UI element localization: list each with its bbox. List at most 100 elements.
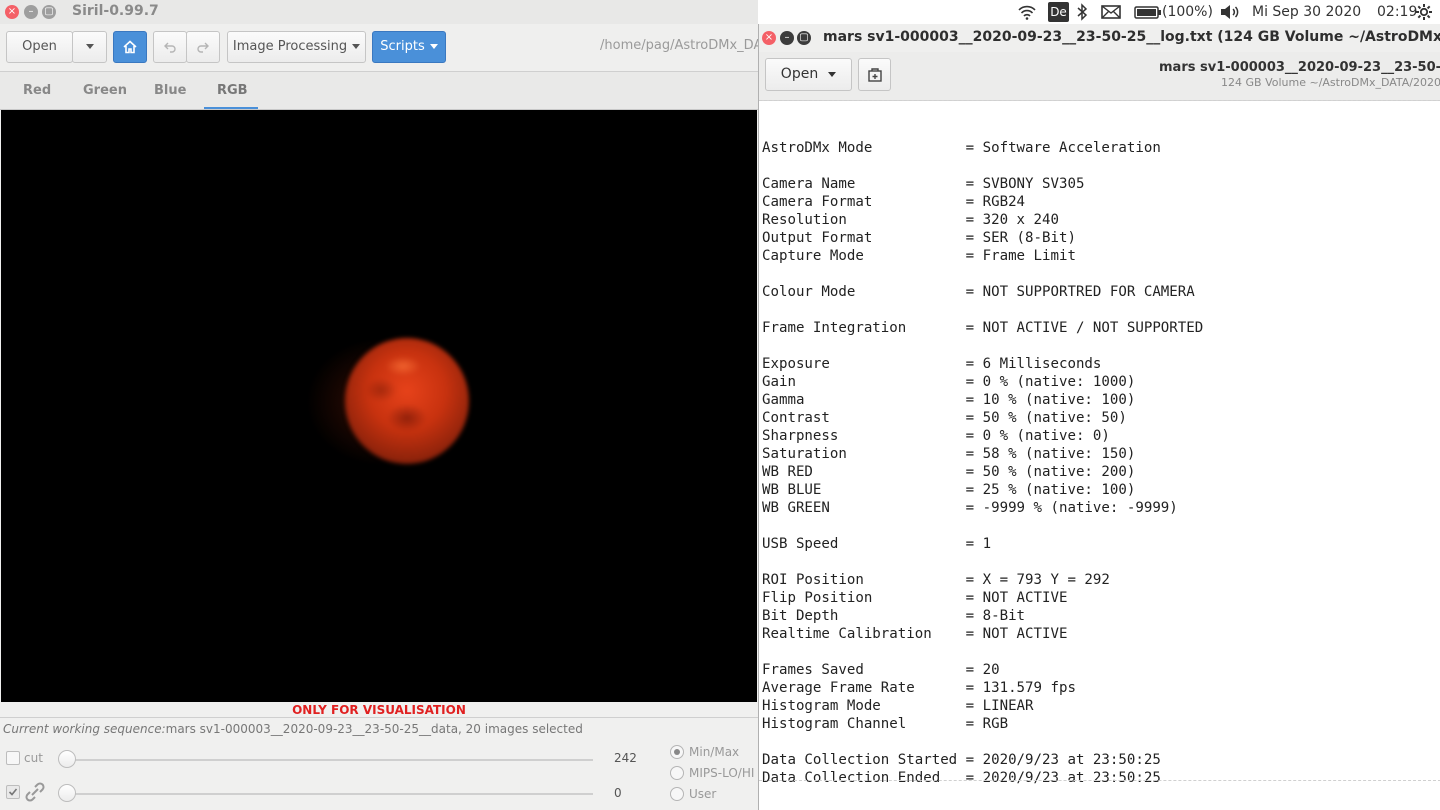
panel-time[interactable]: 02:19 [1377, 4, 1417, 20]
high-slider-track[interactable] [66, 759, 593, 761]
battery-icon[interactable] [1134, 6, 1162, 19]
scale-mips-label: MIPS-LO/HI [689, 766, 755, 780]
log-line: ROI Position = X = 793 Y = 292 [762, 572, 1110, 588]
tab-rgb[interactable]: RGB [217, 83, 248, 98]
channel-tabs: Red Green Blue RGB [0, 72, 758, 110]
low-slider-handle[interactable] [58, 784, 76, 802]
link-icon[interactable] [22, 779, 48, 805]
wifi-icon[interactable] [1017, 4, 1037, 20]
tab-red[interactable]: Red [23, 83, 51, 98]
sequence-name: mars sv1-000003__2020-09-23__23-50-25__d… [165, 722, 583, 736]
redo-button[interactable] [186, 31, 220, 63]
editor-text-area[interactable]: AstroDMx Mode = Software Acceleration Cam… [762, 121, 1440, 787]
log-line: WB RED = 50 % (native: 200) [762, 464, 1136, 480]
volume-icon[interactable] [1219, 4, 1241, 20]
image-viewer[interactable] [1, 110, 757, 702]
system-top-panel: De (100%) Mi Sep 30 2020 02:19 [758, 0, 1440, 24]
log-line: Histogram Mode = LINEAR [762, 698, 1034, 714]
low-slider-value[interactable]: 0 [614, 786, 622, 800]
high-slider-value[interactable]: 242 [614, 751, 637, 765]
recent-files-dropdown[interactable] [72, 31, 107, 63]
battery-percentage[interactable]: (100%) [1162, 4, 1213, 20]
cut-label: cut [24, 751, 43, 765]
high-slider-handle[interactable] [58, 750, 76, 768]
check-icon [8, 788, 18, 796]
mail-icon[interactable] [1101, 5, 1121, 19]
scale-minmax-label: Min/Max [689, 745, 740, 759]
sequence-prefix: Current working sequence: [3, 722, 166, 736]
editor-file-location: 124 GB Volume ~/AstroDMx_DATA/2020 [1221, 76, 1440, 89]
cut-checkbox[interactable] [6, 751, 20, 765]
tab-green[interactable]: Green [83, 83, 127, 98]
log-line: Capture Mode = Frame Limit [762, 248, 1076, 264]
chevron-down-icon [352, 44, 361, 49]
open-button[interactable]: Open [6, 31, 73, 63]
divider [0, 717, 758, 718]
undo-button[interactable] [153, 31, 187, 63]
editor-window-title: mars sv1-000003__2020-09-23__23-50-25__l… [823, 29, 1440, 45]
log-line: Exposure = 6 Milliseconds [762, 356, 1102, 372]
chevron-down-icon [85, 44, 94, 49]
scripts-menu[interactable]: Scripts [372, 31, 446, 63]
siril-titlebar: × – ▢ Siril-0.99.7 [0, 0, 758, 24]
maximize-icon[interactable]: ▢ [42, 5, 56, 19]
log-line: Saturation = 58 % (native: 150) [762, 446, 1136, 462]
editor-file-title: mars sv1-000003__2020-09-23__23-50-25__l… [1159, 60, 1440, 75]
mars-planet-image [345, 338, 469, 464]
siril-window: × – ▢ Siril-0.99.7 Open Image Processing… [0, 0, 758, 810]
close-icon[interactable]: × [762, 31, 776, 45]
log-line: Average Frame Rate = 131.579 fps [762, 680, 1076, 696]
scale-user-radio[interactable] [670, 787, 684, 801]
scale-mips-radio[interactable] [670, 766, 684, 780]
log-line: Frames Saved = 20 [762, 662, 1000, 678]
panel-date[interactable]: Mi Sep 30 2020 [1252, 4, 1361, 20]
image-processing-label: Image Processing [232, 39, 348, 54]
log-line: Colour Mode = NOT SUPPORTRED FOR CAMERA [762, 284, 1195, 300]
working-directory-path[interactable]: /home/pag/AstroDMx_DATA [600, 38, 758, 53]
log-line: AstroDMx Mode = Software Acceleration [762, 140, 1161, 156]
log-line: Camera Name = SVBONY SV305 [762, 176, 1085, 192]
new-tab-button[interactable] [858, 58, 891, 91]
chevron-down-icon [429, 44, 438, 49]
undo-icon [164, 42, 176, 53]
log-line: Camera Format = RGB24 [762, 194, 1026, 210]
log-line: Gain = 0 % (native: 1000) [762, 374, 1136, 390]
editor-scroll-edge-bottom [759, 780, 1440, 781]
scale-minmax-radio[interactable] [670, 745, 684, 759]
gear-icon[interactable] [1415, 3, 1433, 21]
log-line: Bit Depth = 8-Bit [762, 608, 1026, 624]
log-line: Gamma = 10 % (native: 100) [762, 392, 1136, 408]
keyboard-layout-indicator[interactable]: De [1048, 2, 1069, 22]
bluetooth-icon[interactable] [1076, 3, 1088, 21]
editor-open-label: Open [780, 66, 819, 82]
log-line: WB BLUE = 25 % (native: 100) [762, 482, 1136, 498]
tab-blue[interactable]: Blue [154, 83, 186, 98]
editor-titlebar: × – ▢ mars sv1-000003__2020-09-23__23-50… [759, 24, 1440, 52]
low-slider-track[interactable] [66, 793, 593, 795]
home-button[interactable] [113, 31, 147, 63]
scale-user-label: User [689, 787, 717, 801]
log-line: USB Speed = 1 [762, 536, 992, 552]
log-line: Frame Integration = NOT ACTIVE / NOT SUP… [762, 320, 1204, 336]
editor-open-button[interactable]: Open [765, 58, 852, 91]
home-icon [123, 40, 137, 54]
log-line: Realtime Calibration = NOT ACTIVE [762, 626, 1068, 642]
link-checkbox[interactable] [6, 785, 20, 799]
minimize-icon[interactable]: – [780, 31, 794, 45]
minimize-icon[interactable]: – [24, 5, 38, 19]
close-icon[interactable]: × [5, 5, 19, 19]
active-tab-indicator [204, 107, 258, 109]
log-line: Data Collection Started = 2020/9/23 at 2… [762, 752, 1161, 768]
sequence-status: Current working sequence:mars sv1-000003… [3, 722, 583, 736]
image-processing-menu[interactable]: Image Processing [227, 31, 366, 63]
new-document-icon [867, 68, 882, 82]
log-line: Histogram Channel = RGB [762, 716, 1009, 732]
maximize-icon[interactable]: ▢ [797, 31, 811, 45]
